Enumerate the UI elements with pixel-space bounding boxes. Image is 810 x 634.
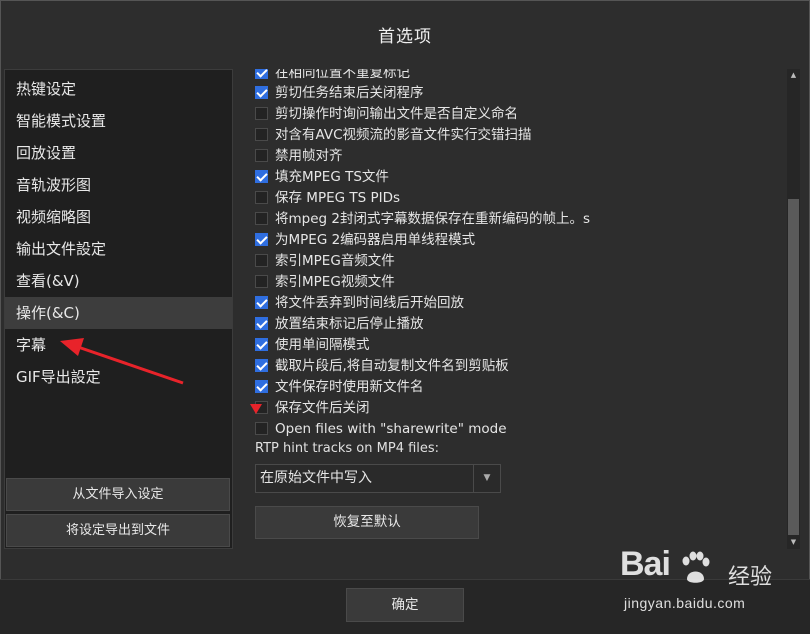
watermark-brand: Bai [620,545,671,583]
baidu-watermark: Bai 经验 jingyan.baidu.com [618,545,798,625]
watermark-url: jingyan.baidu.com [624,595,746,611]
annotation-overlay [60,338,262,414]
annotation-arrow-icon [60,338,184,385]
small-red-arrow-icon [250,404,262,414]
paw-logo-icon [682,551,710,583]
watermark-brand-cn: 经验 [728,565,773,590]
